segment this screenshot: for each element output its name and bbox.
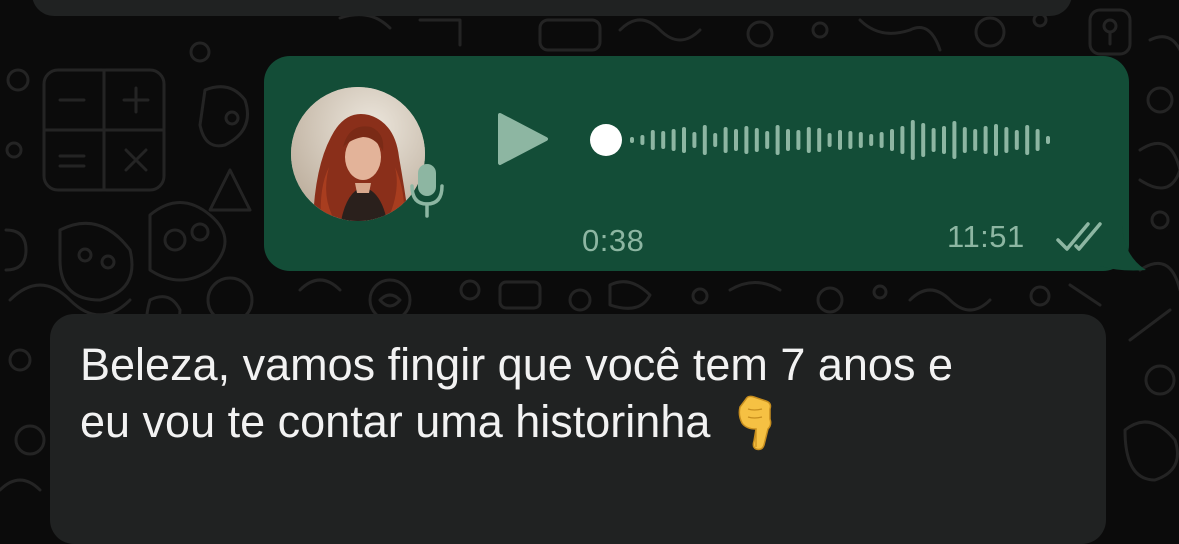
waveform-bar (1046, 136, 1050, 144)
backhand-index-pointing-down-icon (738, 395, 772, 451)
waveform-bar (713, 133, 718, 147)
waveform-bar (952, 121, 957, 159)
waveform-bar (775, 125, 780, 155)
waveform-progress-knob[interactable] (590, 124, 622, 156)
waveform-bar (630, 137, 634, 143)
play-icon[interactable] (494, 111, 550, 167)
waveform-bar (640, 135, 645, 145)
waveform-bar (650, 130, 655, 150)
waveform-bar (765, 131, 770, 149)
waveform-bar (702, 125, 707, 155)
waveform-bar (900, 126, 905, 154)
double-check-icon (1056, 222, 1102, 251)
waveform-bar (838, 130, 842, 150)
waveform-bar (869, 134, 874, 146)
waveform-bar (973, 129, 978, 151)
waveform-bar (910, 120, 915, 160)
waveform-bar (734, 129, 738, 151)
waveform-bar (1004, 127, 1009, 153)
message-text: Beleza, vamos fingir que você tem 7 anos… (80, 336, 1090, 451)
waveform-bar (994, 124, 998, 156)
waveform-bar (806, 127, 811, 153)
waveform-bar (661, 131, 666, 149)
bubble-tail (1100, 226, 1146, 271)
waveform-bar (754, 128, 759, 152)
message-line-1: Beleza, vamos fingir que você tem 7 anos… (80, 339, 953, 390)
waveform-bar (692, 132, 697, 148)
waveform-bar (1014, 130, 1019, 150)
waveform-bar (921, 123, 926, 157)
waveform-bar (931, 128, 936, 152)
waveform-bar (796, 130, 801, 150)
waveform-bar (1025, 125, 1030, 155)
waveform-bar (942, 126, 946, 154)
message-line-2: eu vou te contar uma historinha (80, 396, 711, 447)
waveform-bar (744, 126, 749, 154)
waveform-bar (671, 129, 676, 151)
voice-duration: 0:38 (582, 223, 645, 258)
waveform-bar (723, 127, 728, 153)
sender-avatar[interactable] (291, 87, 425, 221)
microphone-icon (410, 164, 444, 218)
waveform-bar (848, 131, 853, 149)
waveform-bar (858, 132, 863, 148)
waveform-bar (827, 133, 832, 147)
waveform-bar (879, 132, 884, 148)
waveform-bar (1035, 129, 1040, 151)
waveform-bar (786, 129, 790, 151)
waveform-bar (962, 127, 967, 153)
waveform-bar (682, 127, 686, 153)
audio-waveform[interactable] (586, 112, 1086, 170)
waveform-bar (817, 128, 822, 152)
previous-message-bubble[interactable] (32, 0, 1072, 16)
waveform-bar (890, 129, 894, 151)
avatar-photo (291, 87, 425, 221)
message-timestamp: 11:51 (947, 219, 1025, 254)
waveform-bar (983, 126, 988, 154)
